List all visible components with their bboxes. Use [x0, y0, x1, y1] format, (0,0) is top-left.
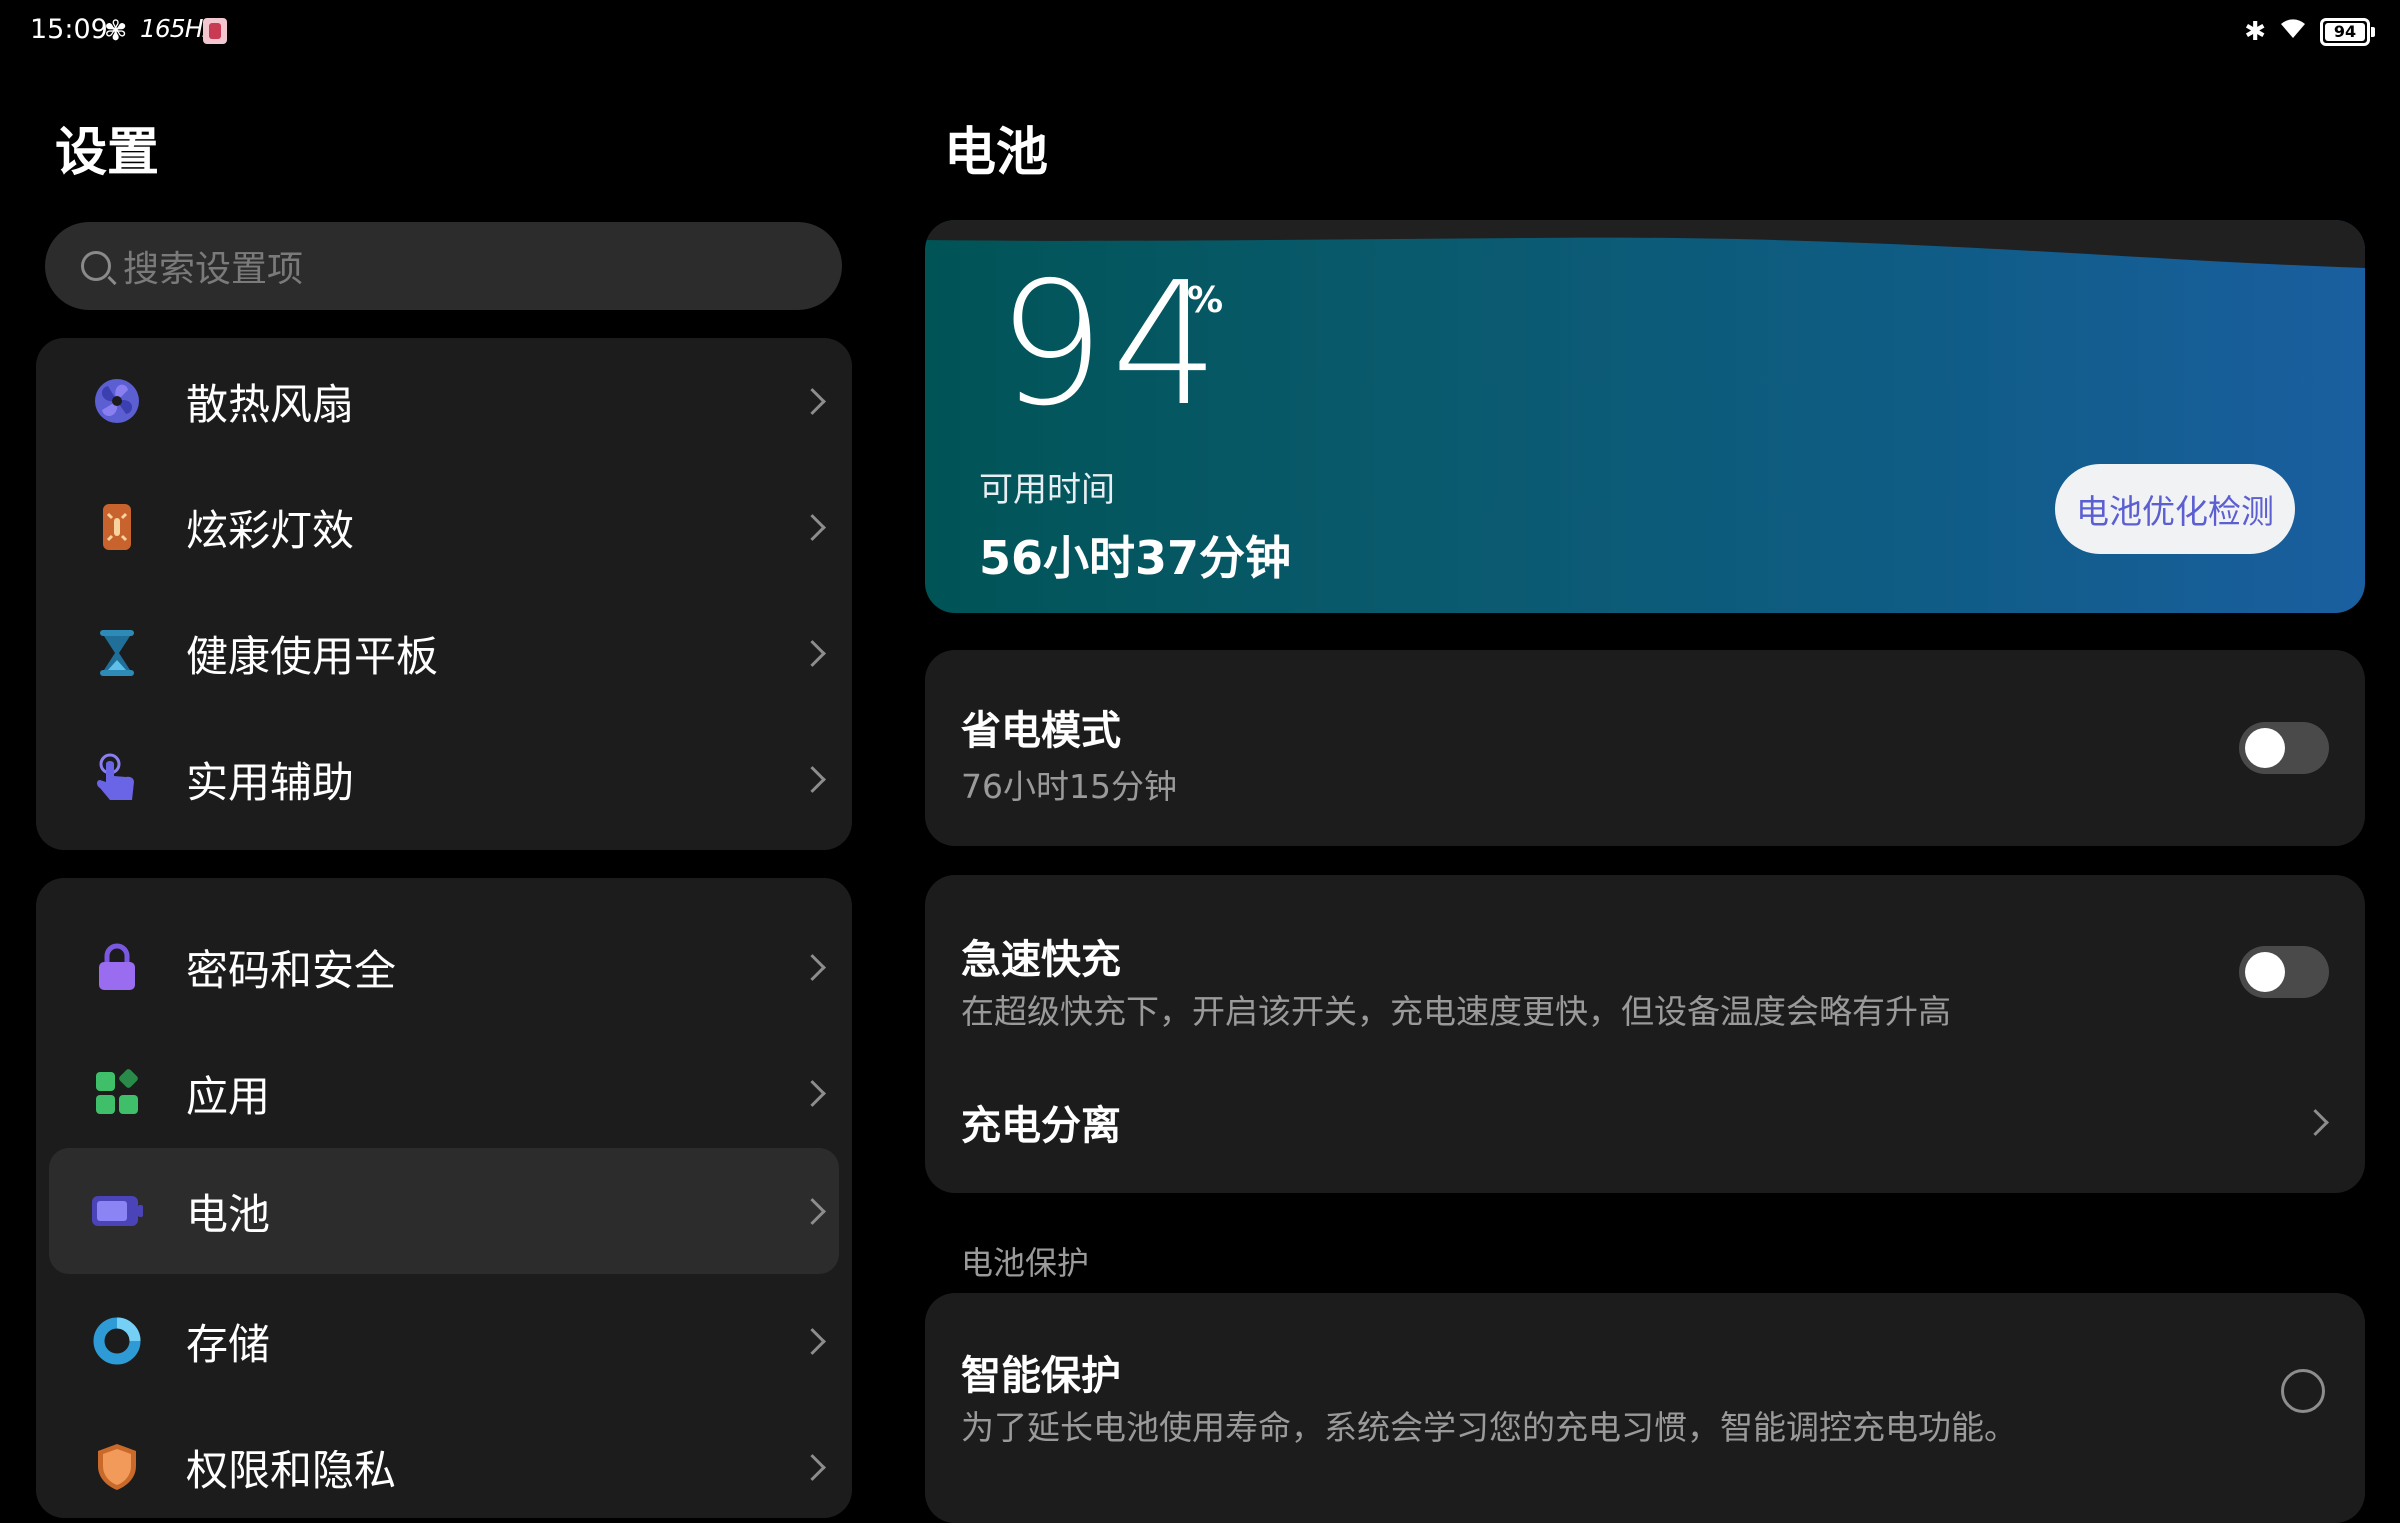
power-saving-card[interactable]: 省电模式 76小时15分钟 — [925, 650, 2365, 846]
status-time: 15:09 — [30, 14, 108, 45]
chevron-right-icon — [799, 639, 826, 667]
sidebar-item-battery[interactable]: 电池 — [49, 1148, 839, 1274]
search-icon — [81, 251, 111, 281]
chevron-right-icon — [2302, 1109, 2329, 1136]
sidebar-item-light-effects[interactable]: 炫彩灯效 — [36, 464, 852, 590]
apps-grid-icon — [90, 1066, 144, 1120]
search-placeholder: 搜索设置项 — [123, 249, 304, 290]
sidebar-item-healthy-usage[interactable]: 健康使用平板 — [36, 590, 852, 716]
wifi-icon — [2278, 16, 2308, 47]
chevron-right-icon — [799, 1327, 826, 1355]
charging-card: 急速快充 在超级快充下，开启该开关，充电速度更快，但设备温度会略有升高 充电分离 — [925, 875, 2365, 1193]
chevron-right-icon — [799, 387, 826, 415]
sidebar-item-label: 应用 — [186, 1071, 271, 1121]
hand-pointer-icon — [90, 752, 144, 806]
battery-optimize-button[interactable]: 电池优化检测 — [2055, 464, 2295, 554]
lock-icon — [90, 940, 144, 994]
fast-charge-toggle[interactable] — [2239, 946, 2329, 998]
smart-protection-title: 智能保护 — [961, 1353, 1121, 1399]
search-input[interactable]: 搜索设置项 — [45, 222, 842, 310]
power-saving-title: 省电模式 — [961, 708, 1121, 754]
fan-icon — [90, 374, 144, 428]
available-time-value: 56小时37分钟 — [979, 531, 1292, 585]
page-title: 电池 — [944, 123, 1049, 183]
sidebar-item-label: 存储 — [186, 1319, 271, 1369]
battery-status-card: 94 % 可用时间 56小时37分钟 电池优化检测 — [925, 220, 2365, 613]
chevron-right-icon — [799, 1079, 826, 1107]
power-saving-subtitle: 76小时15分钟 — [961, 767, 1177, 806]
toggle-knob — [2245, 952, 2285, 992]
sidebar-item-storage[interactable]: 存储 — [36, 1278, 852, 1404]
battery-icon — [90, 1184, 144, 1238]
battery-percent-sign: % — [1187, 280, 1224, 321]
fast-charge-title: 急速快充 — [961, 937, 1121, 983]
charge-separation-title[interactable]: 充电分离 — [961, 1093, 1121, 1151]
sidebar-item-label: 密码和安全 — [186, 945, 397, 995]
battery-protection-header: 电池保护 — [961, 1244, 1090, 1282]
chevron-right-icon — [799, 1197, 826, 1225]
sidebar-item-label: 散热风扇 — [186, 379, 355, 429]
smart-protection-card[interactable]: 智能保护 为了延长电池使用寿命，系统会学习您的充电习惯，智能调控充电功能。 — [925, 1293, 2365, 1523]
toggle-knob — [2245, 728, 2285, 768]
sidebar-item-label: 权限和隐私 — [186, 1445, 397, 1495]
fan-status-icon: ✾ — [104, 14, 128, 47]
bluetooth-icon: ✱ — [2244, 16, 2266, 47]
sidebar-item-label: 电池 — [186, 1189, 271, 1239]
settings-group-2: 密码和安全 应用 电池 存储 权限和隐私 — [36, 878, 852, 1518]
power-saving-toggle[interactable] — [2239, 722, 2329, 774]
settings-group-1: 散热风扇 炫彩灯效 健康使用平板 实用辅助 — [36, 338, 852, 850]
sidebar-item-apps[interactable]: 应用 — [36, 1030, 852, 1156]
chevron-right-icon — [799, 513, 826, 541]
available-time-label: 可用时间 — [979, 470, 1115, 510]
sidebar-item-label: 健康使用平板 — [186, 631, 439, 681]
chevron-right-icon — [799, 765, 826, 793]
sidebar-item-accessibility[interactable]: 实用辅助 — [36, 716, 852, 842]
status-indicators: ✱ 94 — [2244, 16, 2375, 47]
chevron-right-icon — [799, 953, 826, 981]
app-notification-icon — [203, 18, 227, 44]
settings-title: 设置 — [55, 123, 160, 183]
shield-icon — [90, 1440, 144, 1494]
chevron-right-icon — [799, 1453, 826, 1481]
battery-status-icon: 94 — [2320, 17, 2375, 46]
smart-protection-subtitle: 为了延长电池使用寿命，系统会学习您的充电习惯，智能调控充电功能。 — [961, 1408, 2017, 1447]
light-effect-icon — [90, 500, 144, 554]
sidebar-item-password-security[interactable]: 密码和安全 — [36, 904, 852, 1030]
sidebar-item-label: 炫彩灯效 — [186, 505, 355, 555]
sidebar-item-cooling-fan[interactable]: 散热风扇 — [36, 338, 852, 464]
sidebar-item-label: 实用辅助 — [186, 757, 355, 807]
storage-pie-icon — [90, 1314, 144, 1368]
hourglass-icon — [90, 626, 144, 680]
fast-charge-subtitle: 在超级快充下，开启该开关，充电速度更快，但设备温度会略有升高 — [961, 992, 1951, 1031]
smart-protection-radio[interactable] — [2281, 1369, 2325, 1413]
sidebar-item-permissions-privacy[interactable]: 权限和隐私 — [36, 1404, 852, 1518]
